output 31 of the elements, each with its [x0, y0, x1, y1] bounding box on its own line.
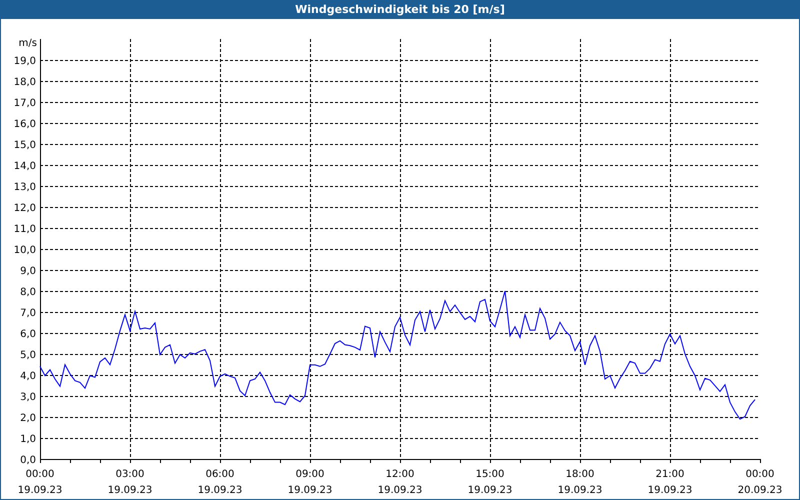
- tick-label: 19,0: [14, 56, 36, 67]
- tick-label: 11,0: [14, 224, 36, 235]
- tick-label: 18,0: [14, 77, 36, 88]
- chart-title: Windgeschwindigkeit bis 20 [m/s]: [295, 4, 505, 15]
- tick-label: 00:00 19.09.23: [18, 469, 62, 496]
- tick-label: 3,0: [20, 392, 36, 403]
- axis-title: m/s: [18, 38, 37, 49]
- tick-label: 09:00 19.09.23: [288, 469, 332, 496]
- tick-label: 5,0: [20, 350, 36, 361]
- tick-label: 12,0: [14, 203, 36, 214]
- tick-label: 00:00 20.09.23: [738, 469, 782, 496]
- tick-label: 0,0: [20, 455, 36, 466]
- tick-label: 1,0: [20, 434, 36, 445]
- tick-label: 8,0: [20, 287, 36, 298]
- tick-label: 15:00 19.09.23: [468, 469, 512, 496]
- tick-label: 12:00 19.09.23: [378, 469, 422, 496]
- tick-label: 14,0: [14, 161, 36, 172]
- tick-label: 21:00 19.09.23: [648, 469, 692, 496]
- tick-label: 10,0: [14, 245, 36, 256]
- tick-label: 17,0: [14, 98, 36, 109]
- tick-label: 13,0: [14, 182, 36, 193]
- tick-label: 9,0: [20, 266, 36, 277]
- tick-label: 15,0: [14, 140, 36, 151]
- tick-label: 18:00 19.09.23: [558, 469, 602, 496]
- tick-label: 7,0: [20, 308, 36, 319]
- tick-label: 06:00 19.09.23: [198, 469, 242, 496]
- tick-label: 16,0: [14, 119, 36, 130]
- tick-label: 6,0: [20, 329, 36, 340]
- tick-label: 03:00 19.09.23: [108, 469, 152, 496]
- tick-label: 2,0: [20, 413, 36, 424]
- tick-label: 4,0: [20, 371, 36, 382]
